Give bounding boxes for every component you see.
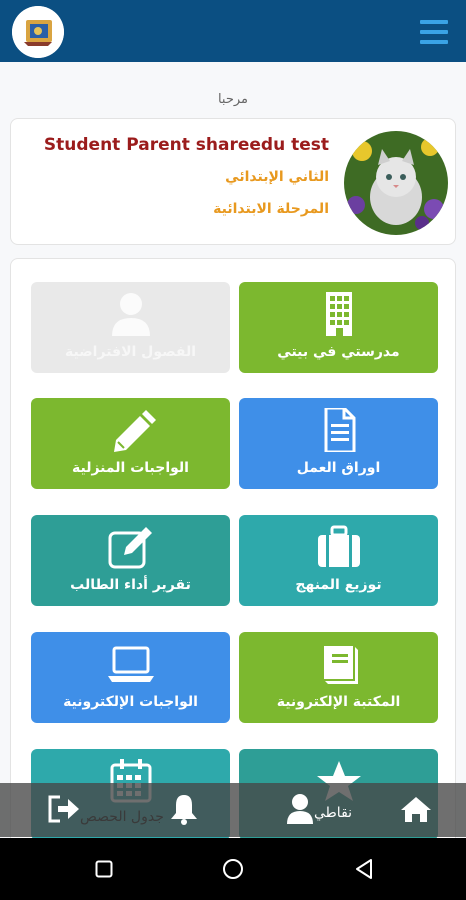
suitcase-icon xyxy=(314,525,364,569)
home-icon xyxy=(401,797,431,822)
tile-curriculum-distribution[interactable]: توزيع المنهج xyxy=(239,515,438,606)
building-icon xyxy=(314,292,364,336)
tile-my-school-at-home[interactable]: مدرستي في بيتي xyxy=(239,282,438,373)
profile-card: Student Parent shareedu test الثاني الإب… xyxy=(10,118,456,245)
logout-icon xyxy=(48,795,79,823)
laptop-icon xyxy=(106,642,156,686)
nav-notifications[interactable] xyxy=(164,783,204,837)
tile-label: الواجبات المنزلية xyxy=(72,460,189,476)
nav-schedule-label: جدول الحصص xyxy=(80,809,164,825)
tile-label: المكتبة الإلكترونية xyxy=(276,694,401,710)
student-stage: المرحلة الابتدائية xyxy=(213,201,329,217)
tile-label: تقرير أداء الطالب xyxy=(70,577,191,593)
tile-label: اوراق العمل xyxy=(296,460,381,476)
home-circle-icon[interactable] xyxy=(222,858,244,884)
tile-student-performance-report[interactable]: تقرير أداء الطالب xyxy=(31,515,230,606)
student-grade: الثاني الإبتدائي xyxy=(225,169,329,185)
book-icon xyxy=(314,642,364,686)
system-navigation-bar xyxy=(0,838,466,900)
user-icon xyxy=(287,794,313,824)
bottom-navigation: نقاطي جدول الحصص xyxy=(0,783,466,837)
tile-homework[interactable]: الواجبات المنزلية xyxy=(31,398,230,489)
nav-home[interactable] xyxy=(396,783,436,837)
school-logo-icon[interactable] xyxy=(12,6,64,58)
kitten-photo-avatar[interactable] xyxy=(344,131,448,235)
recents-square-icon[interactable] xyxy=(95,860,113,882)
tile-worksheets[interactable]: اوراق العمل xyxy=(239,398,438,489)
nav-my-points-label: نقاطي xyxy=(314,805,353,821)
tile-label: توزيع المنهج xyxy=(295,577,382,593)
tile-label: الفصول الافتراضية xyxy=(64,344,197,360)
hamburger-menu-icon[interactable] xyxy=(420,20,448,46)
nav-logout[interactable] xyxy=(44,783,84,837)
tile-label: الواجبات الإلكترونية xyxy=(63,694,198,710)
pencil-icon xyxy=(106,408,156,452)
edit-icon xyxy=(106,525,156,569)
back-triangle-icon[interactable] xyxy=(354,858,374,884)
tile-e-homework[interactable]: الواجبات الإلكترونية xyxy=(31,632,230,723)
student-name: Student Parent shareedu test xyxy=(43,135,329,155)
nav-my-points[interactable]: نقاطي xyxy=(282,783,372,837)
greeting-text: مرحبا xyxy=(217,92,249,107)
user-icon xyxy=(106,292,156,336)
tile-virtual-classes[interactable]: الفصول الافتراضية xyxy=(31,282,230,373)
bell-icon xyxy=(171,795,197,825)
tile-label: مدرستي في بيتي xyxy=(277,344,400,360)
document-icon xyxy=(314,406,364,454)
tile-e-library[interactable]: المكتبة الإلكترونية xyxy=(239,632,438,723)
app-header xyxy=(0,0,466,62)
